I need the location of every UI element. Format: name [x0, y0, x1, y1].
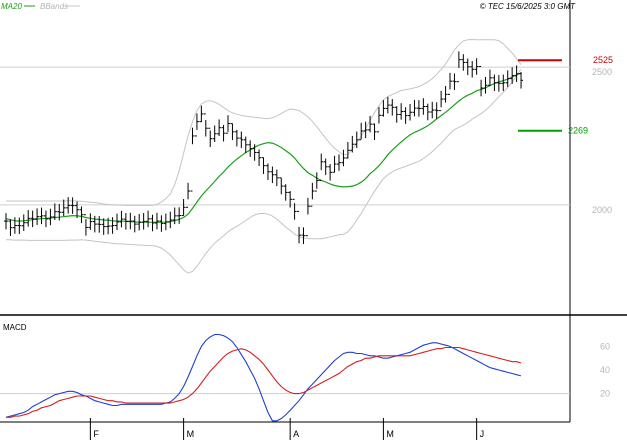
macd-title: MACD — [3, 323, 27, 332]
copyright-notice: © TEC 15/6/2025 3:0 GMT — [480, 2, 576, 11]
macd-tick-label: 60 — [600, 341, 610, 351]
price-tick-label: 2000 — [592, 205, 612, 215]
macd-y-axis: 20 40 60 — [600, 341, 610, 398]
legend-ma20: MA20 — [1, 2, 22, 11]
chart-area: 2000 2500 2525 2269 20 40 60 F M A M J MA20 BBan… — [0, 0, 627, 440]
x-tick-label: J — [480, 429, 485, 439]
x-tick-label: F — [93, 429, 99, 439]
x-tick-label: M — [386, 429, 394, 439]
chart-background — [0, 0, 627, 440]
macd-tick-label: 20 — [600, 389, 610, 399]
x-tick-label: M — [187, 429, 195, 439]
legend-bbands: BBands — [40, 2, 68, 11]
stock-chart: 2000 2500 2525 2269 20 40 60 F M A M J MA20 BBan… — [0, 0, 627, 440]
macd-tick-label: 40 — [600, 365, 610, 375]
resistance-label: 2525 — [593, 55, 613, 65]
support-label: 2269 — [568, 126, 588, 136]
x-tick-label: A — [293, 429, 299, 439]
price-tick-label: 2500 — [592, 67, 612, 77]
